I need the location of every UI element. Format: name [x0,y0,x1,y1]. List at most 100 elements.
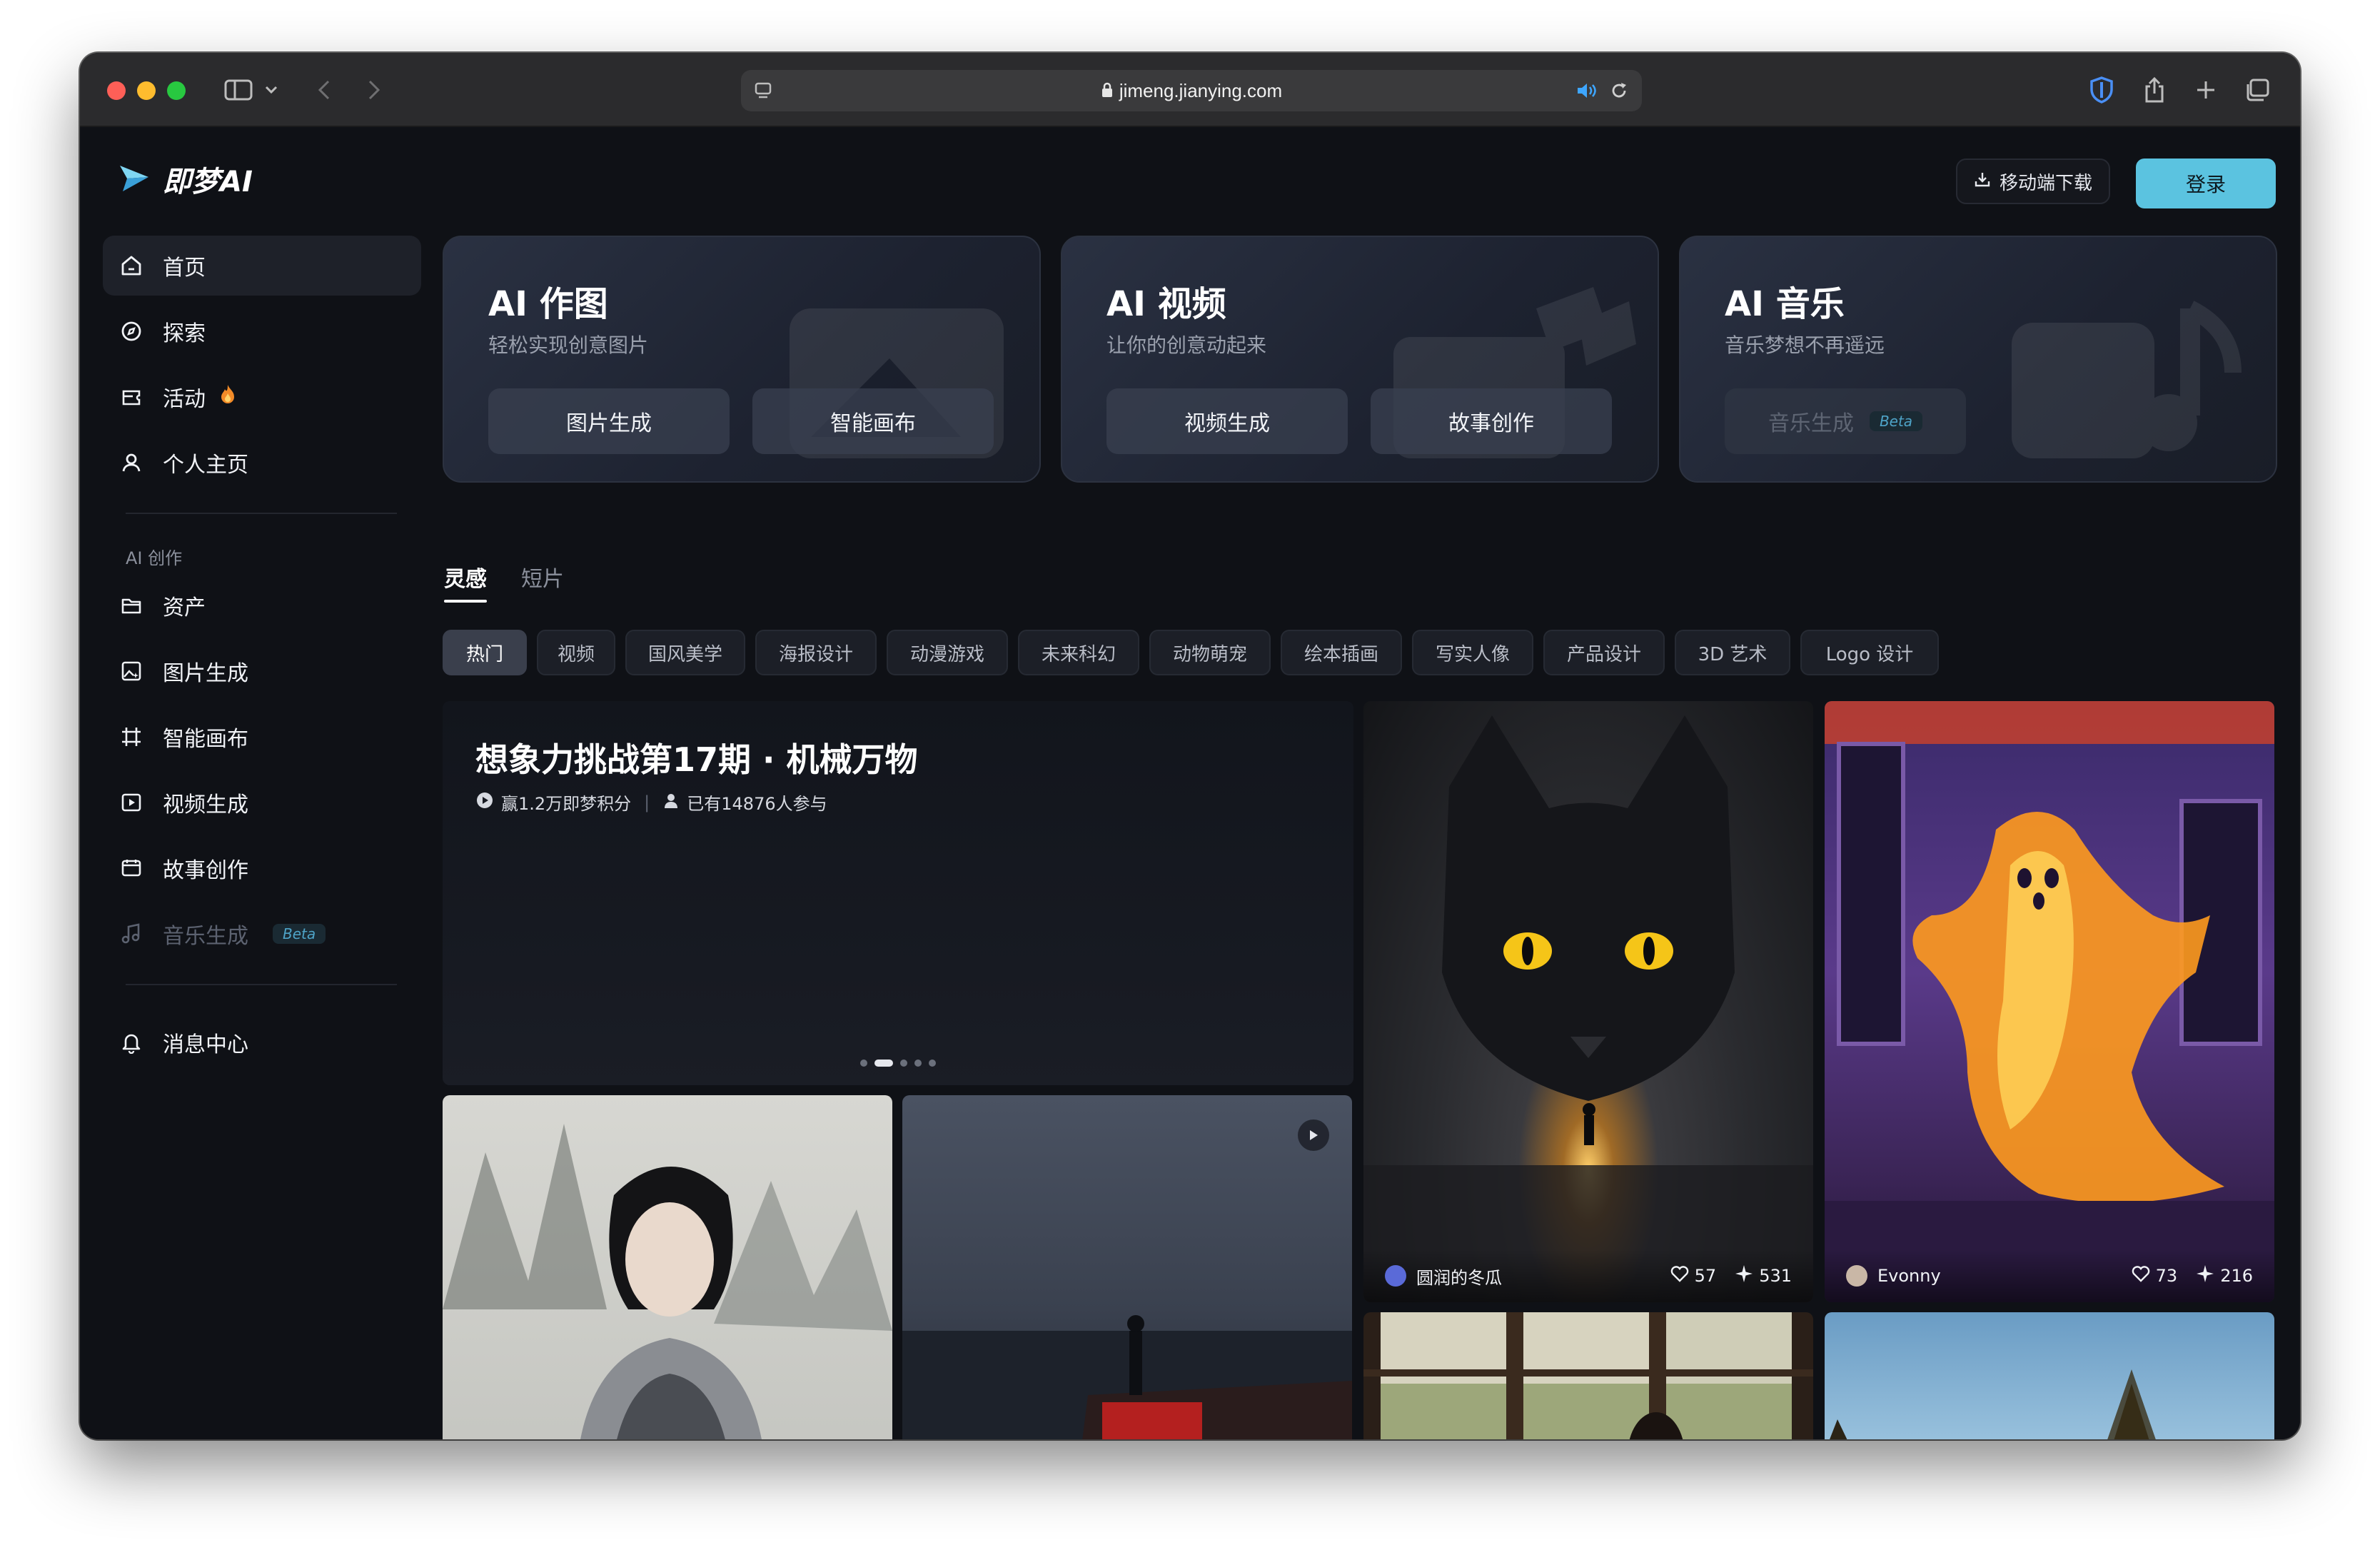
user-icon [662,792,680,813]
carousel-dot[interactable] [914,1060,922,1067]
sidebar-item-assets[interactable]: 资产 [103,575,421,635]
audio-playing-icon[interactable] [1576,81,1598,103]
window-artwork [1363,1312,1813,1439]
carousel-dot[interactable] [929,1060,936,1067]
chip-hot[interactable]: 热门 [443,630,527,675]
mobile-download-button[interactable]: 移动端下载 [1956,158,2110,204]
banner-meta: 赢1.2万即梦积分 | 已有14876人参与 [475,790,827,815]
chip-illustration[interactable]: 绘本插画 [1281,630,1402,675]
remix-stat[interactable]: 531 [1735,1264,1792,1287]
card-subtitle: 轻松实现创意图片 [488,333,649,357]
carousel-dot[interactable] [860,1060,867,1067]
address-bar[interactable]: jimeng.jianying.com [741,70,1642,111]
story-icon [119,855,144,881]
gallery-tile-cat[interactable]: 圆润的冬瓜 57 531 [1363,701,1813,1302]
music-gen-button[interactable]: 音乐生成 Beta [1725,388,1966,454]
home-icon [119,253,144,278]
chip-video[interactable]: 视频 [537,630,615,675]
sidebar-toggle-icon[interactable] [220,71,257,109]
tile-author[interactable]: Evonny [1846,1265,2113,1287]
video-gen-button[interactable]: 视频生成 [1106,388,1348,454]
smart-canvas-button[interactable]: 智能画布 [752,388,994,454]
chip-guofeng[interactable]: 国风美学 [625,630,745,675]
compass-icon [119,318,144,344]
gallery-tile-ink-portrait[interactable] [443,1095,892,1439]
sidebar-item-label: 图片生成 [163,661,248,686]
chevron-down-icon[interactable] [261,71,281,109]
sidebar-item-label: 消息中心 [163,1032,248,1057]
tab-shorts[interactable]: 短片 [521,561,564,593]
browser-window: jimeng.jianying.com 即梦AI 首页 探索 活动 个人主页 A… [80,53,2300,1439]
sidebar-divider [126,984,397,985]
carousel-dot-active[interactable] [874,1060,893,1067]
card-title: AI 音乐 [1725,284,1845,324]
music-gen-label: 音乐生成 [1768,411,1854,436]
logo[interactable]: 即梦AI [117,158,253,200]
story-create-button[interactable]: 故事创作 [1371,388,1612,454]
remix-count: 216 [2220,1266,2253,1286]
sparkle-icon [2196,1264,2214,1287]
challenge-banner[interactable]: 想象力挑战第17期 · 机械万物 赢1.2万即梦积分 | 已有14876人参与 [443,701,1353,1085]
url-display[interactable]: jimeng.jianying.com [741,70,1642,111]
chip-scifi[interactable]: 未来科幻 [1018,630,1139,675]
sidebar-item-video-gen[interactable]: 视频生成 [103,772,421,832]
sidebar-item-label: 个人主页 [163,453,248,478]
zoom-window-button[interactable] [167,81,186,100]
chip-logo[interactable]: Logo 设计 [1800,630,1939,675]
minimize-window-button[interactable] [137,81,156,100]
share-icon[interactable] [2136,71,2173,109]
shield-extension-icon[interactable] [2083,71,2120,109]
sidebar-item-home[interactable]: 首页 [103,236,421,296]
sidebar-item-activity[interactable]: 活动 [103,367,421,427]
close-window-button[interactable] [107,81,126,100]
new-tab-icon[interactable] [2187,71,2224,109]
app-content: 即梦AI 首页 探索 活动 个人主页 AI 创作 资产 图片生成 智能画布 视频… [80,127,2300,1439]
card-title: AI 作图 [488,284,608,324]
tile-footer: Evonny 73 216 [1825,1249,2274,1302]
like-stat[interactable]: 73 [2132,1265,2177,1287]
sidebar: 即梦AI 首页 探索 活动 个人主页 AI 创作 资产 图片生成 智能画布 视频… [80,127,465,1439]
sidebar-item-story[interactable]: 故事创作 [103,838,421,898]
sidebar-item-image-gen[interactable]: 图片生成 [103,641,421,701]
remix-count: 531 [1759,1266,1792,1286]
tab-inspiration[interactable]: 灵感 [444,561,487,603]
sidebar-item-messages[interactable]: 消息中心 [103,1012,421,1072]
tab-overview-icon[interactable] [2239,71,2276,109]
tile-author[interactable]: 圆润的冬瓜 [1385,1264,1652,1289]
gallery-tile-sky[interactable] [1825,1312,2274,1439]
play-button[interactable] [1298,1119,1329,1151]
gallery-tile-cliff-video[interactable] [902,1095,1352,1439]
chip-poster[interactable]: 海报设计 [755,630,877,675]
card-subtitle: 让你的创意动起来 [1106,333,1267,357]
login-button[interactable]: 登录 [2136,158,2276,208]
ink-portrait-artwork [443,1124,892,1439]
chip-portrait[interactable]: 写实人像 [1412,630,1533,675]
gallery-tile-window[interactable] [1363,1312,1813,1439]
image-gen-button[interactable]: 图片生成 [488,388,730,454]
forward-icon[interactable] [358,71,390,109]
carousel-dot[interactable] [900,1060,907,1067]
author-name: Evonny [1877,1266,1941,1286]
sidebar-item-canvas[interactable]: 智能画布 [103,707,421,767]
chip-anime[interactable]: 动漫游戏 [887,630,1008,675]
remix-stat[interactable]: 216 [2196,1264,2253,1287]
like-stat[interactable]: 57 [1670,1265,1716,1287]
chip-pets[interactable]: 动物萌宠 [1149,630,1271,675]
video-gen-icon [119,790,144,815]
url-text: jimeng.jianying.com [1119,80,1283,101]
sidebar-item-explore[interactable]: 探索 [103,301,421,361]
gallery-tile-ghost[interactable]: Evonny 73 216 [1825,701,2274,1302]
activity-icon [119,384,144,410]
avatar [1385,1265,1406,1287]
heart-icon [1670,1265,1689,1287]
sidebar-item-music-gen[interactable]: 音乐生成 Beta [103,904,421,964]
tile-footer: 圆润的冬瓜 57 531 [1363,1249,1813,1302]
chip-3d-art[interactable]: 3D 艺术 [1675,630,1790,675]
sidebar-item-label: 智能画布 [163,727,248,752]
chip-product[interactable]: 产品设计 [1543,630,1665,675]
reload-icon[interactable] [1609,81,1629,104]
sidebar-item-profile[interactable]: 个人主页 [103,433,421,493]
back-icon[interactable] [308,71,340,109]
folder-icon [119,593,144,618]
card-title: AI 视频 [1106,284,1226,324]
